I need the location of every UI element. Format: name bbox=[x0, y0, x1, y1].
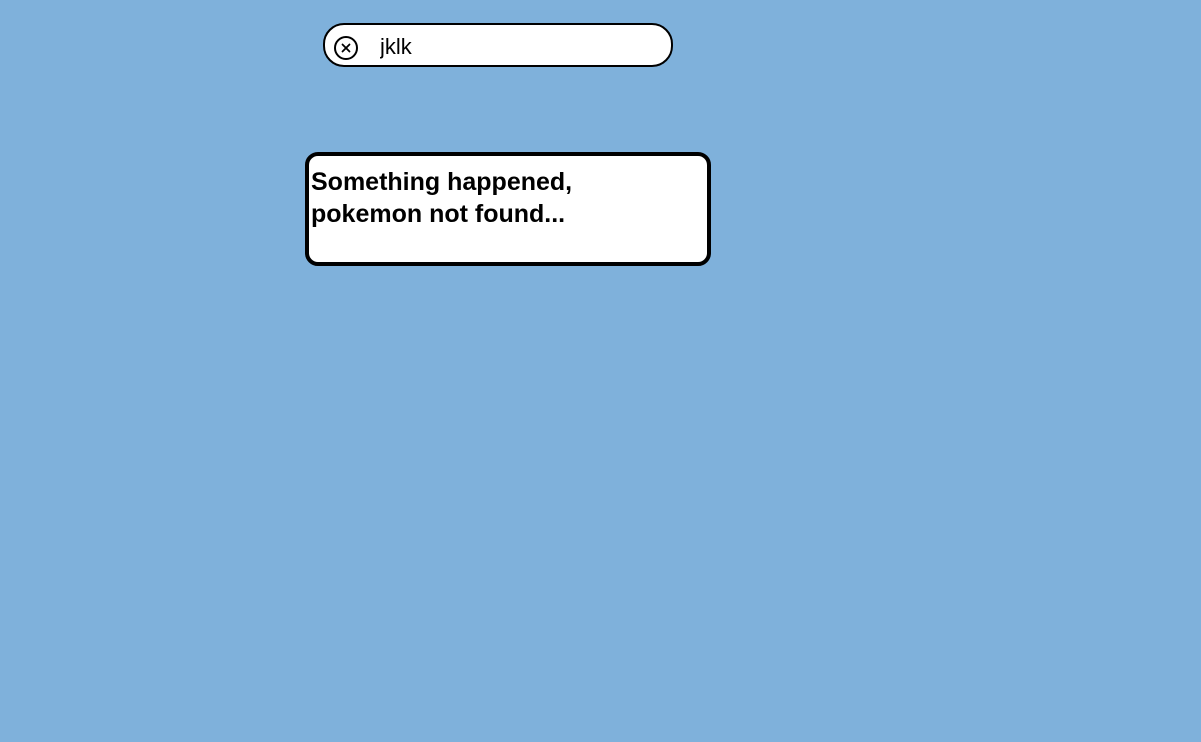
clear-search-icon[interactable] bbox=[334, 36, 358, 60]
error-card: Something happened, pokemon not found... bbox=[305, 152, 711, 266]
search-bar bbox=[323, 23, 673, 67]
search-input[interactable] bbox=[380, 33, 660, 61]
error-message: Something happened, pokemon not found... bbox=[311, 168, 573, 228]
